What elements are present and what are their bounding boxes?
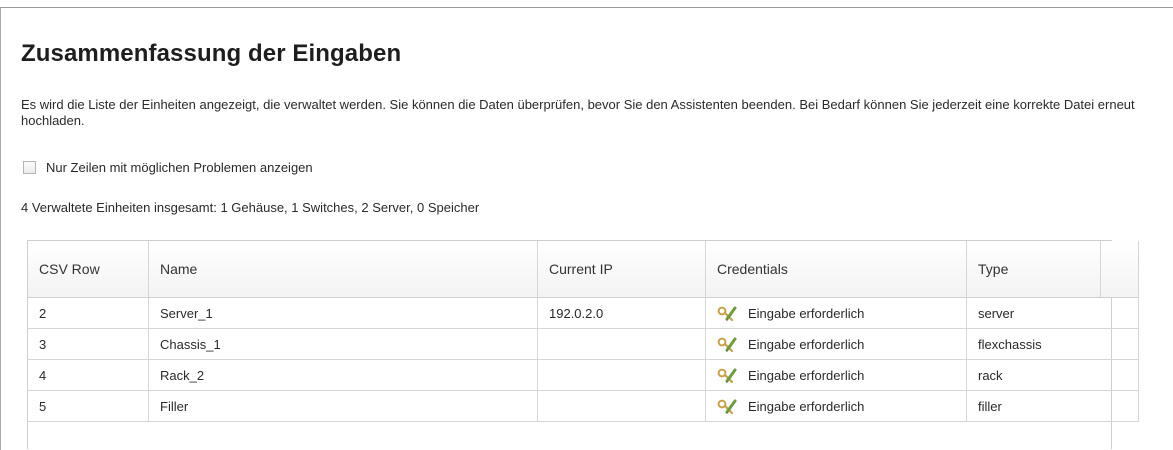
device-table: CSV Row Name Current IP Credentials Type… [28,241,1139,422]
edit-credentials-icon[interactable] [717,398,739,414]
column-header-type[interactable]: Type [966,241,1139,298]
table-row[interactable]: 2 Server_1 192.0.2.0 Eingabe erforderlich se… [28,297,1139,329]
credentials-link[interactable]: Eingabe erforderlich [717,367,966,383]
table-header-row: CSV Row Name Current IP Credentials Type [28,241,1139,298]
cell-credentials: Eingabe erforderlich [705,328,967,360]
cell-name: Filler [148,390,538,422]
credentials-label[interactable]: Eingabe erforderlich [748,337,864,352]
credentials-label[interactable]: Eingabe erforderlich [748,368,864,383]
problem-filter-label[interactable]: Nur Zeilen mit möglichen Problemen anzei… [46,160,313,175]
device-summary: 4 Verwaltete Einheiten insgesamt: 1 Gehä… [21,200,480,215]
credentials-label[interactable]: Eingabe erforderlich [748,306,864,321]
cell-type-text: flexchassis [978,336,1042,352]
cell-csv-row: 2 [28,297,149,329]
credentials-link[interactable]: Eingabe erforderlich [717,398,966,414]
cell-name-text: Chassis_1 [160,336,221,352]
cell-csv-row-text: 4 [39,367,47,383]
cell-current-ip [537,328,706,360]
cell-csv-row-text: 5 [39,398,47,414]
column-header-credentials[interactable]: Credentials [705,241,967,298]
page-description: Es wird die Liste der Einheiten angezeig… [21,97,1135,128]
header-scroll-spacer [1100,241,1111,297]
cell-csv-row-text: 2 [39,305,47,321]
cell-type-text: server [978,305,1015,321]
cell-name: Rack_2 [148,359,538,391]
cell-name-text: Filler [160,398,189,414]
cell-type-text: rack [978,367,1003,383]
edit-credentials-icon[interactable] [717,336,739,352]
cell-csv-row: 4 [28,359,149,391]
edit-credentials-icon[interactable] [717,367,739,383]
table-row[interactable]: 3 Chassis_1 Eingabe erforderlich flexchassi… [28,328,1139,360]
credentials-link[interactable]: Eingabe erforderlich [717,336,966,352]
cell-credentials: Eingabe erforderlich [705,390,967,422]
cell-type: server [966,297,1139,329]
cell-type: flexchassis [966,328,1139,360]
cell-current-ip: 192.0.2.0 [537,297,706,329]
cell-credentials: Eingabe erforderlich [705,359,967,391]
cell-csv-row: 3 [28,328,149,360]
cell-csv-row: 5 [28,390,149,422]
cell-current-ip [537,359,706,391]
cell-name-text: Server_1 [160,305,213,321]
cell-type: filler [966,390,1139,422]
page-title: Zusammenfassung der Eingaben [21,40,402,67]
credentials-link[interactable]: Eingabe erforderlich [717,305,966,321]
cell-current-ip [537,390,706,422]
column-header-current-ip[interactable]: Current IP [537,241,706,298]
cell-type: rack [966,359,1139,391]
cell-csv-row-text: 3 [39,336,47,352]
column-header-csv-row[interactable]: CSV Row [28,241,149,298]
device-table-container: CSV Row Name Current IP Credentials Type… [27,240,1139,449]
cell-current-ip-text: 192.0.2.0 [549,305,604,321]
credentials-label[interactable]: Eingabe erforderlich [748,399,864,414]
table-row[interactable]: 5 Filler Eingabe erforderlich filler [28,390,1139,422]
problem-filter-checkbox[interactable] [23,161,36,174]
column-header-name[interactable]: Name [148,241,538,298]
cell-type-text: filler [978,398,1002,414]
table-row[interactable]: 4 Rack_2 Eingabe erforderlich rack [28,359,1139,391]
edit-credentials-icon[interactable] [717,305,739,321]
cell-name: Chassis_1 [148,328,538,360]
cell-name-text: Rack_2 [160,367,205,383]
cell-credentials: Eingabe erforderlich [705,297,967,329]
problem-filter[interactable]: Nur Zeilen mit möglichen Problemen anzei… [23,160,313,175]
cell-name: Server_1 [148,297,538,329]
